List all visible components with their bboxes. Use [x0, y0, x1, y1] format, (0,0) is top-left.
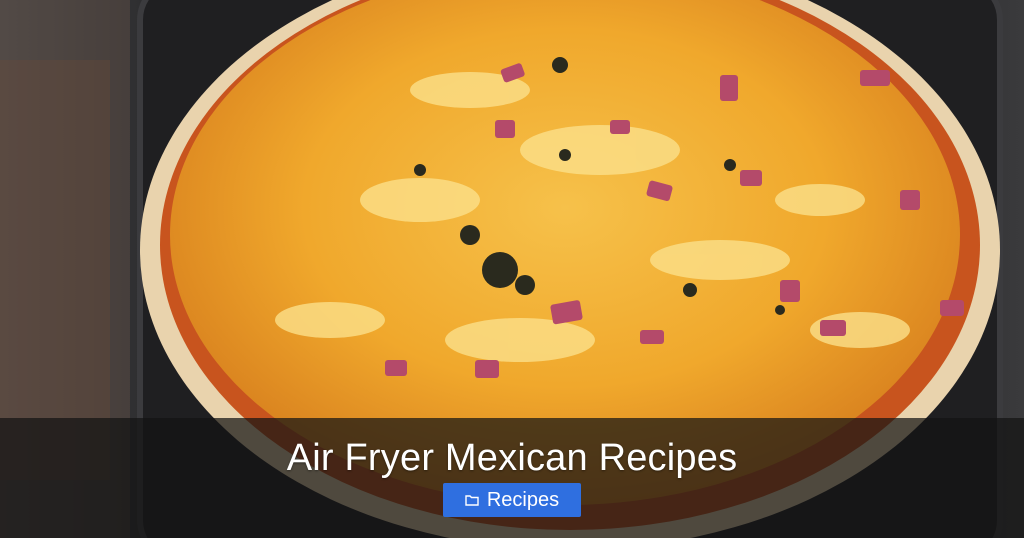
hero-banner: Air Fryer Mexican Recipes Recipes [0, 0, 1024, 538]
page-title: Air Fryer Mexican Recipes [286, 437, 738, 479]
category-label: Recipes [486, 489, 560, 511]
folder-icon [465, 493, 479, 507]
category-badge[interactable]: Recipes [443, 483, 581, 517]
